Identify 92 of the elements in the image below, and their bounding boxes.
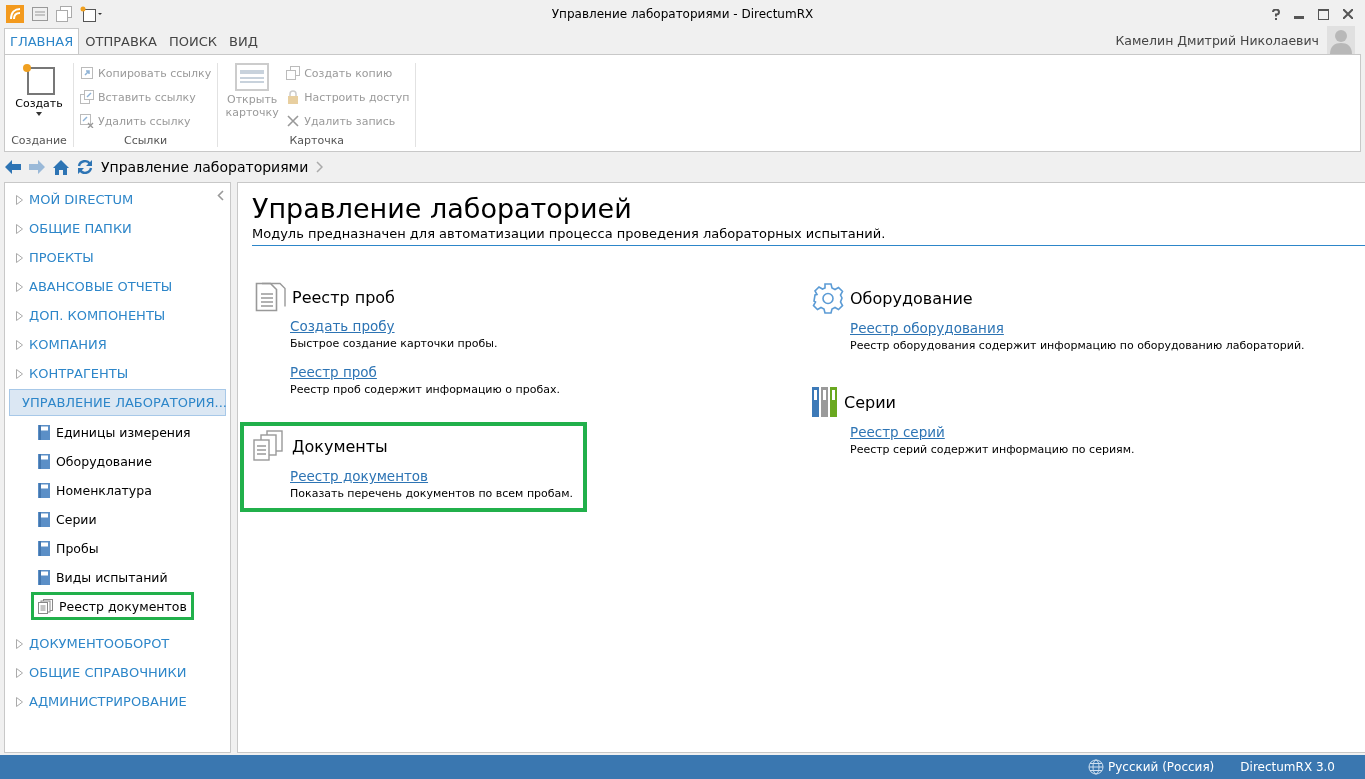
nav-subitem[interactable]: Серии [31, 505, 104, 533]
group-label: Карточка [288, 133, 346, 147]
nav-item[interactable]: ОБЩИЕ СПРАВОЧНИКИ [9, 659, 226, 686]
link[interactable]: Создать пробу [290, 318, 395, 334]
ribbon-tab[interactable]: ОТПРАВКА [79, 28, 163, 54]
refresh-icon[interactable] [77, 159, 93, 175]
book-icon [38, 482, 50, 498]
link[interactable]: Реестр серий [850, 424, 945, 440]
collapsed-triangle-icon [16, 638, 23, 649]
section-title: Оборудование [850, 288, 973, 308]
collapsed-triangle-icon [16, 281, 23, 292]
copy-icon [286, 66, 301, 80]
create-button[interactable]: Создать [11, 63, 67, 132]
card-icon [235, 63, 270, 91]
nav-subitem[interactable]: Реестр документов [31, 592, 194, 620]
nav-item[interactable]: ДОКУМЕНТООБОРОТ [9, 630, 226, 657]
documents-icon [38, 598, 53, 614]
collapsed-triangle-icon [16, 696, 23, 707]
new-item-icon [22, 63, 56, 95]
link-description: Реестр серий содержит информацию по сериям. [850, 443, 1135, 456]
book-icon [38, 424, 50, 440]
nav-item[interactable]: ОБЩИЕ ПАПКИ [9, 215, 226, 242]
new-dropdown-icon[interactable] [80, 6, 102, 22]
link-description: Быстрое создание карточки пробы. [290, 337, 499, 350]
nav-subitem[interactable]: Номенклатура [31, 476, 159, 504]
close-button[interactable] [1343, 9, 1353, 19]
back-arrow-icon[interactable] [5, 160, 21, 174]
nav-item[interactable]: КОНТРАГЕНТЫ [9, 360, 226, 387]
ribbon-tab[interactable]: ВИД [223, 28, 264, 54]
collapsed-triangle-icon [16, 368, 23, 379]
window-title: Управление лабораториями - DirectumRX [551, 7, 814, 21]
gear-icon [812, 282, 844, 314]
link[interactable]: Реестр документов [290, 468, 429, 484]
language-indicator[interactable]: Русский (Россия) [1107, 760, 1215, 774]
nav-subitem[interactable]: Единицы измерения [31, 418, 198, 446]
page-title: Управление лабораторией [252, 193, 633, 224]
maximize-button[interactable] [1318, 8, 1329, 20]
collapsed-triangle-icon [16, 223, 23, 234]
book-icon [38, 540, 50, 556]
group-label: Создание [11, 133, 67, 147]
minimize-icon [1294, 16, 1304, 19]
nav-subitem[interactable]: Оборудование [31, 447, 159, 475]
help-icon [1272, 8, 1280, 20]
copy-icon[interactable] [56, 6, 72, 22]
ribbon-tab[interactable]: ПОИСК [162, 28, 223, 54]
nav-item[interactable]: ДОП. КОМПОНЕНТЫ [9, 302, 226, 329]
nav-item[interactable]: ПРОЕКТЫ [9, 244, 226, 271]
section-title: Документы [292, 436, 388, 456]
link[interactable]: Реестр проб [290, 364, 377, 380]
section-title: Реестр проб [292, 287, 395, 307]
chevron-right-icon [316, 161, 324, 173]
close-icon [286, 114, 301, 128]
book-icon [38, 569, 50, 585]
book-icon [38, 511, 50, 527]
page-description: Модуль предназначен для автоматизации процесса проведения лабораторных испытаний. [252, 226, 1365, 246]
ribbon-tab[interactable]: ГЛАВНАЯ [4, 28, 80, 54]
collapsed-triangle-icon [16, 667, 23, 678]
link-description: Реестр проб содержит информацию о пробах. [290, 383, 560, 396]
user-name[interactable]: Камелин Дмитрий Николаевич [1115, 32, 1319, 48]
nav-item[interactable]: АДМИНИСТРИРОВАНИЕ [9, 688, 226, 715]
collapsed-triangle-icon [16, 252, 23, 263]
lock-icon [286, 90, 301, 104]
breadcrumb-item[interactable]: Управление лабораториями [101, 159, 309, 175]
home-icon[interactable] [53, 159, 69, 175]
section-title: Серии [844, 392, 896, 412]
documents-icon [252, 430, 286, 462]
version-label: DirectumRX 3.0 [1240, 760, 1335, 774]
globe-icon[interactable] [1087, 759, 1104, 775]
paste-link-icon [80, 90, 94, 104]
binders-icon [812, 386, 838, 418]
chevron-left-icon [217, 190, 224, 201]
collapsed-triangle-icon [16, 194, 23, 205]
nav-item[interactable]: АВАНСОВЫЕ ОТЧЕТЫ [9, 273, 226, 300]
nav-subitem[interactable]: Виды испытаний [31, 563, 175, 591]
nav-item[interactable]: МОЙ DIRECTUM [9, 186, 226, 213]
maximize-icon [1318, 8, 1329, 20]
link-icon [80, 66, 94, 80]
book-icon [38, 453, 50, 469]
nav-item[interactable]: КОМПАНИЯ [9, 331, 226, 358]
nav-subitem[interactable]: Пробы [31, 534, 106, 562]
collapsed-triangle-icon [16, 339, 23, 350]
collapsed-triangle-icon [16, 310, 23, 321]
nav-item[interactable]: УПРАВЛЕНИЕ ЛАБОРАТОРИЯ... [9, 389, 226, 416]
link[interactable]: Реестр оборудования [850, 320, 1004, 336]
close-icon [1343, 9, 1353, 19]
link-description: Реестр оборудования содержит информацию по оборудованию лабораторий. [850, 339, 1305, 352]
delete-link-icon [80, 114, 94, 128]
group-label: Ссылки [122, 133, 169, 147]
link-description: Показать перечень документов по всем пробам. [290, 487, 574, 500]
list-icon[interactable] [32, 7, 48, 21]
app-logo-icon[interactable] [6, 5, 24, 23]
help-button[interactable] [1272, 8, 1280, 20]
